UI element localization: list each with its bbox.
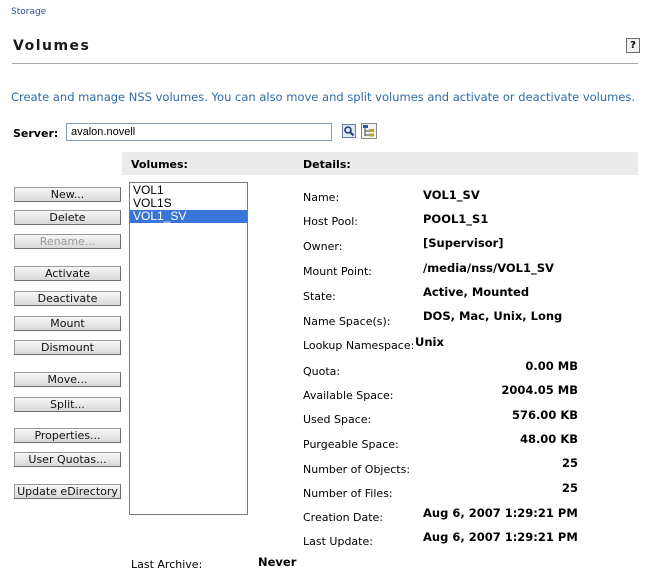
detail-label-lookup-namespace: Lookup Namespace:: [303, 339, 415, 352]
detail-label-state: State:: [303, 290, 336, 303]
detail-label-name: Name:: [303, 191, 340, 204]
new-button[interactable]: New...: [14, 187, 121, 202]
detail-value-name-spaces: DOS, Mac, Unix, Long: [423, 309, 563, 323]
detail-label-quota: Quota:: [303, 365, 341, 378]
activate-button[interactable]: Activate: [14, 266, 121, 281]
breadcrumb-storage-link[interactable]: Storage: [11, 7, 46, 17]
detail-label-mount-point: Mount Point:: [303, 265, 372, 278]
user-quotas-button[interactable]: User Quotas...: [14, 452, 121, 467]
detail-label-name-spaces: Name Space(s):: [303, 315, 391, 328]
detail-value-number-of-files: 25: [561, 481, 578, 495]
last-archive-value: Never: [258, 555, 297, 569]
detail-value-mount-point: /media/nss/VOL1_SV: [423, 261, 554, 275]
detail-label-last-update: Last Update:: [303, 535, 373, 548]
detail-value-available-space: 2004.05 MB: [501, 383, 578, 397]
help-icon[interactable]: ?: [626, 38, 640, 53]
detail-value-quota: 0.00 MB: [525, 359, 578, 373]
title-divider: [12, 63, 638, 64]
detail-label-host-pool: Host Pool:: [303, 215, 359, 228]
split-button[interactable]: Split...: [14, 397, 121, 412]
browse-tree-icon[interactable]: [361, 123, 377, 139]
delete-button[interactable]: Delete: [14, 210, 121, 225]
detail-value-state: Active, Mounted: [423, 285, 530, 299]
search-icon[interactable]: [342, 124, 356, 138]
update-edirectory-button[interactable]: Update eDirectory: [14, 484, 121, 499]
detail-label-number-of-objects: Number of Objects:: [303, 463, 411, 476]
list-item-selected[interactable]: VOL1_SV: [130, 210, 247, 223]
detail-label-available-space: Available Space:: [303, 389, 394, 402]
detail-value-creation-date: Aug 6, 2007 1:29:21 PM: [423, 506, 578, 520]
detail-label-number-of-files: Number of Files:: [303, 487, 393, 500]
deactivate-button[interactable]: Deactivate: [14, 291, 121, 306]
detail-label-purgeable-space: Purgeable Space:: [303, 438, 399, 451]
page-description: Create and manage NSS volumes. You can a…: [11, 90, 636, 104]
rename-button[interactable]: Rename...: [14, 234, 121, 249]
detail-value-lookup-namespace: Unix: [415, 335, 444, 349]
detail-value-host-pool: POOL1_S1: [423, 212, 489, 226]
detail-value-last-update: Aug 6, 2007 1:29:21 PM: [423, 530, 578, 544]
server-input[interactable]: [66, 123, 332, 141]
properties-button[interactable]: Properties...: [14, 428, 121, 443]
detail-value-name: VOL1_SV: [423, 188, 480, 202]
detail-label-owner: Owner:: [303, 240, 343, 253]
dismount-button[interactable]: Dismount: [14, 340, 121, 355]
detail-value-used-space: 576.00 KB: [511, 408, 578, 422]
volumes-listbox[interactable]: VOL1 VOL1S VOL1_SV: [129, 182, 248, 515]
move-button[interactable]: Move...: [14, 372, 121, 387]
volumes-header: Volumes:: [131, 158, 188, 171]
list-header-bar: [122, 152, 638, 175]
page-title: Volumes: [13, 38, 91, 54]
detail-label-used-space: Used Space:: [303, 413, 372, 426]
last-archive-label: Last Archive:: [131, 558, 203, 571]
details-header: Details:: [303, 158, 351, 171]
server-label: Server:: [13, 127, 59, 140]
detail-value-number-of-objects: 25: [561, 456, 578, 470]
detail-value-purgeable-space: 48.00 KB: [519, 432, 578, 446]
detail-label-creation-date: Creation Date:: [303, 511, 384, 524]
detail-value-owner: [Supervisor]: [423, 236, 504, 250]
mount-button[interactable]: Mount: [14, 316, 121, 331]
